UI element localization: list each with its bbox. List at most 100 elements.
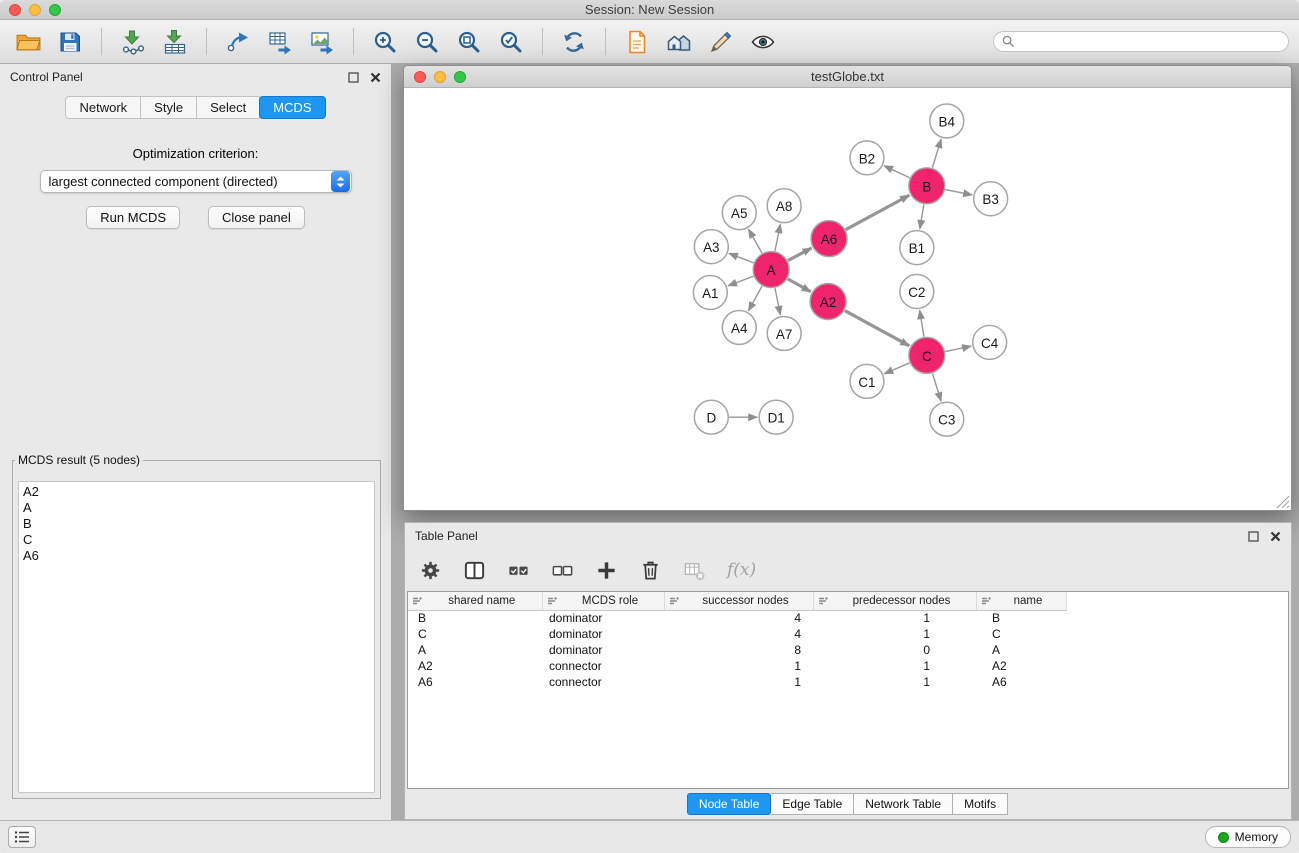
home-button[interactable] xyxy=(661,24,697,60)
network-canvas[interactable]: B4B2BB3A8A5A6A3B1AC2A1A2A4A7C4CC1DD1C3 xyxy=(404,88,1291,510)
table-row[interactable]: Adominator80A xyxy=(408,642,1288,658)
graph-node-A8[interactable]: A8 xyxy=(767,189,801,223)
tab-network-table[interactable]: Network Table xyxy=(854,793,953,815)
mcds-result-item[interactable]: B xyxy=(23,516,370,532)
add-row-button[interactable] xyxy=(595,559,618,582)
table-row[interactable]: Cdominator41C xyxy=(408,626,1288,642)
graph-node-C3[interactable]: C3 xyxy=(930,402,964,436)
float-panel-button[interactable] xyxy=(348,72,359,83)
run-mcds-button[interactable]: Run MCDS xyxy=(86,206,180,229)
tab-style[interactable]: Style xyxy=(141,96,197,119)
tab-node-table[interactable]: Node Table xyxy=(687,793,772,815)
graph-node-A5[interactable]: A5 xyxy=(722,196,756,230)
graph-node-A[interactable]: A xyxy=(753,252,789,288)
tab-network[interactable]: Network xyxy=(65,96,141,119)
graph-edge-C-C2[interactable] xyxy=(920,310,924,336)
table-row[interactable]: Bdominator41B xyxy=(408,610,1288,626)
close-window-button[interactable] xyxy=(9,4,21,16)
table-row[interactable]: A6connector11A6 xyxy=(408,674,1288,690)
export-table-button[interactable] xyxy=(262,24,298,60)
close-panel-button[interactable] xyxy=(370,72,381,83)
graph-edge-B-B3[interactable] xyxy=(945,190,972,195)
float-table-panel-button[interactable] xyxy=(1248,531,1259,542)
show-hide-graphics-button[interactable] xyxy=(745,24,781,60)
task-history-button[interactable] xyxy=(8,826,36,848)
tab-edge-table[interactable]: Edge Table xyxy=(771,793,854,815)
close-network-window-button[interactable] xyxy=(414,71,426,83)
close-mcds-panel-button[interactable]: Close panel xyxy=(208,206,305,229)
column-header-shared-name[interactable]: shared name xyxy=(408,592,542,610)
graph-edge-A-A5[interactable] xyxy=(749,229,762,253)
graph-edge-C-C4[interactable] xyxy=(945,346,971,351)
tab-select[interactable]: Select xyxy=(197,96,260,119)
search-field[interactable] xyxy=(993,31,1289,52)
graph-node-A3[interactable]: A3 xyxy=(694,230,728,264)
graph-edge-A-A8[interactable] xyxy=(775,224,780,251)
mcds-result-item[interactable]: A xyxy=(23,500,370,516)
graph-edge-A-A6[interactable] xyxy=(788,248,812,261)
graph-edge-A-A4[interactable] xyxy=(748,286,762,311)
network-graph[interactable]: B4B2BB3A8A5A6A3B1AC2A1A2A4A7C4CC1DD1C3 xyxy=(404,88,1291,510)
graph-edge-B-B2[interactable] xyxy=(884,166,910,178)
column-header-name[interactable]: name xyxy=(976,592,1066,610)
graph-edge-B-B4[interactable] xyxy=(932,139,941,168)
zoom-out-button[interactable] xyxy=(409,24,445,60)
minimize-network-window-button[interactable] xyxy=(434,71,446,83)
graph-node-A1[interactable]: A1 xyxy=(693,276,727,310)
graph-node-A4[interactable]: A4 xyxy=(722,310,756,344)
column-header-MCDS-role[interactable]: MCDS role xyxy=(542,592,664,610)
graph-edge-A-A2[interactable] xyxy=(788,279,811,292)
graph-node-A6[interactable]: A6 xyxy=(811,221,847,257)
mcds-result-item[interactable]: C xyxy=(23,532,370,548)
graph-edge-C-C3[interactable] xyxy=(932,373,941,401)
close-table-panel-button[interactable] xyxy=(1270,531,1281,542)
zoom-fit-button[interactable] xyxy=(451,24,487,60)
import-network-button[interactable] xyxy=(115,24,151,60)
first-neighbors-button[interactable] xyxy=(619,24,655,60)
graph-edge-B-B1[interactable] xyxy=(920,205,924,229)
minimize-window-button[interactable] xyxy=(29,4,41,16)
column-header-predecessor-nodes[interactable]: predecessor nodes xyxy=(813,592,976,610)
tab-motifs[interactable]: Motifs xyxy=(953,793,1008,815)
save-session-button[interactable] xyxy=(52,24,88,60)
graph-edge-A6-B[interactable] xyxy=(846,195,910,229)
table-settings-button[interactable] xyxy=(419,559,442,582)
graph-node-B[interactable]: B xyxy=(909,168,945,204)
graph-node-B2[interactable]: B2 xyxy=(850,141,884,175)
graph-edge-A2-C[interactable] xyxy=(845,311,910,346)
graph-node-C2[interactable]: C2 xyxy=(900,275,934,309)
graph-node-B3[interactable]: B3 xyxy=(974,182,1008,216)
mcds-result-list[interactable]: A2ABCA6 xyxy=(18,481,375,793)
search-input[interactable] xyxy=(1020,35,1280,49)
graph-node-B1[interactable]: B1 xyxy=(900,231,934,265)
graph-node-C1[interactable]: C1 xyxy=(850,364,884,398)
memory-button[interactable]: Memory xyxy=(1205,826,1291,848)
deselect-all-button[interactable] xyxy=(551,559,574,582)
graph-node-A7[interactable]: A7 xyxy=(767,316,801,350)
graph-node-D1[interactable]: D1 xyxy=(759,400,793,434)
graph-node-C4[interactable]: C4 xyxy=(973,325,1007,359)
column-selector-button[interactable] xyxy=(463,559,486,582)
zoom-in-button[interactable] xyxy=(367,24,403,60)
tab-mcds[interactable]: MCDS xyxy=(259,96,325,119)
table-row[interactable]: A2connector11A2 xyxy=(408,658,1288,674)
zoom-network-window-button[interactable] xyxy=(454,71,466,83)
mcds-result-item[interactable]: A6 xyxy=(23,548,370,564)
graph-node-A2[interactable]: A2 xyxy=(810,284,846,320)
graph-node-B4[interactable]: B4 xyxy=(930,104,964,138)
resize-grip[interactable] xyxy=(1276,495,1290,509)
graph-edge-C-C1[interactable] xyxy=(884,363,909,374)
criterion-dropdown[interactable]: largest connected component (directed) xyxy=(40,170,352,193)
delete-rows-button[interactable] xyxy=(639,559,662,582)
export-network-button[interactable] xyxy=(220,24,256,60)
zoom-selected-button[interactable] xyxy=(493,24,529,60)
function-builder-button[interactable]: f(x) xyxy=(727,560,756,580)
graph-edge-A-A1[interactable] xyxy=(728,276,753,286)
refresh-view-button[interactable] xyxy=(556,24,592,60)
apply-style-button[interactable] xyxy=(703,24,739,60)
delete-table-button[interactable] xyxy=(683,559,706,582)
mcds-result-item[interactable]: A2 xyxy=(23,484,370,500)
graph-node-C[interactable]: C xyxy=(909,337,945,373)
column-header-successor-nodes[interactable]: successor nodes xyxy=(664,592,813,610)
select-all-button[interactable] xyxy=(507,559,530,582)
